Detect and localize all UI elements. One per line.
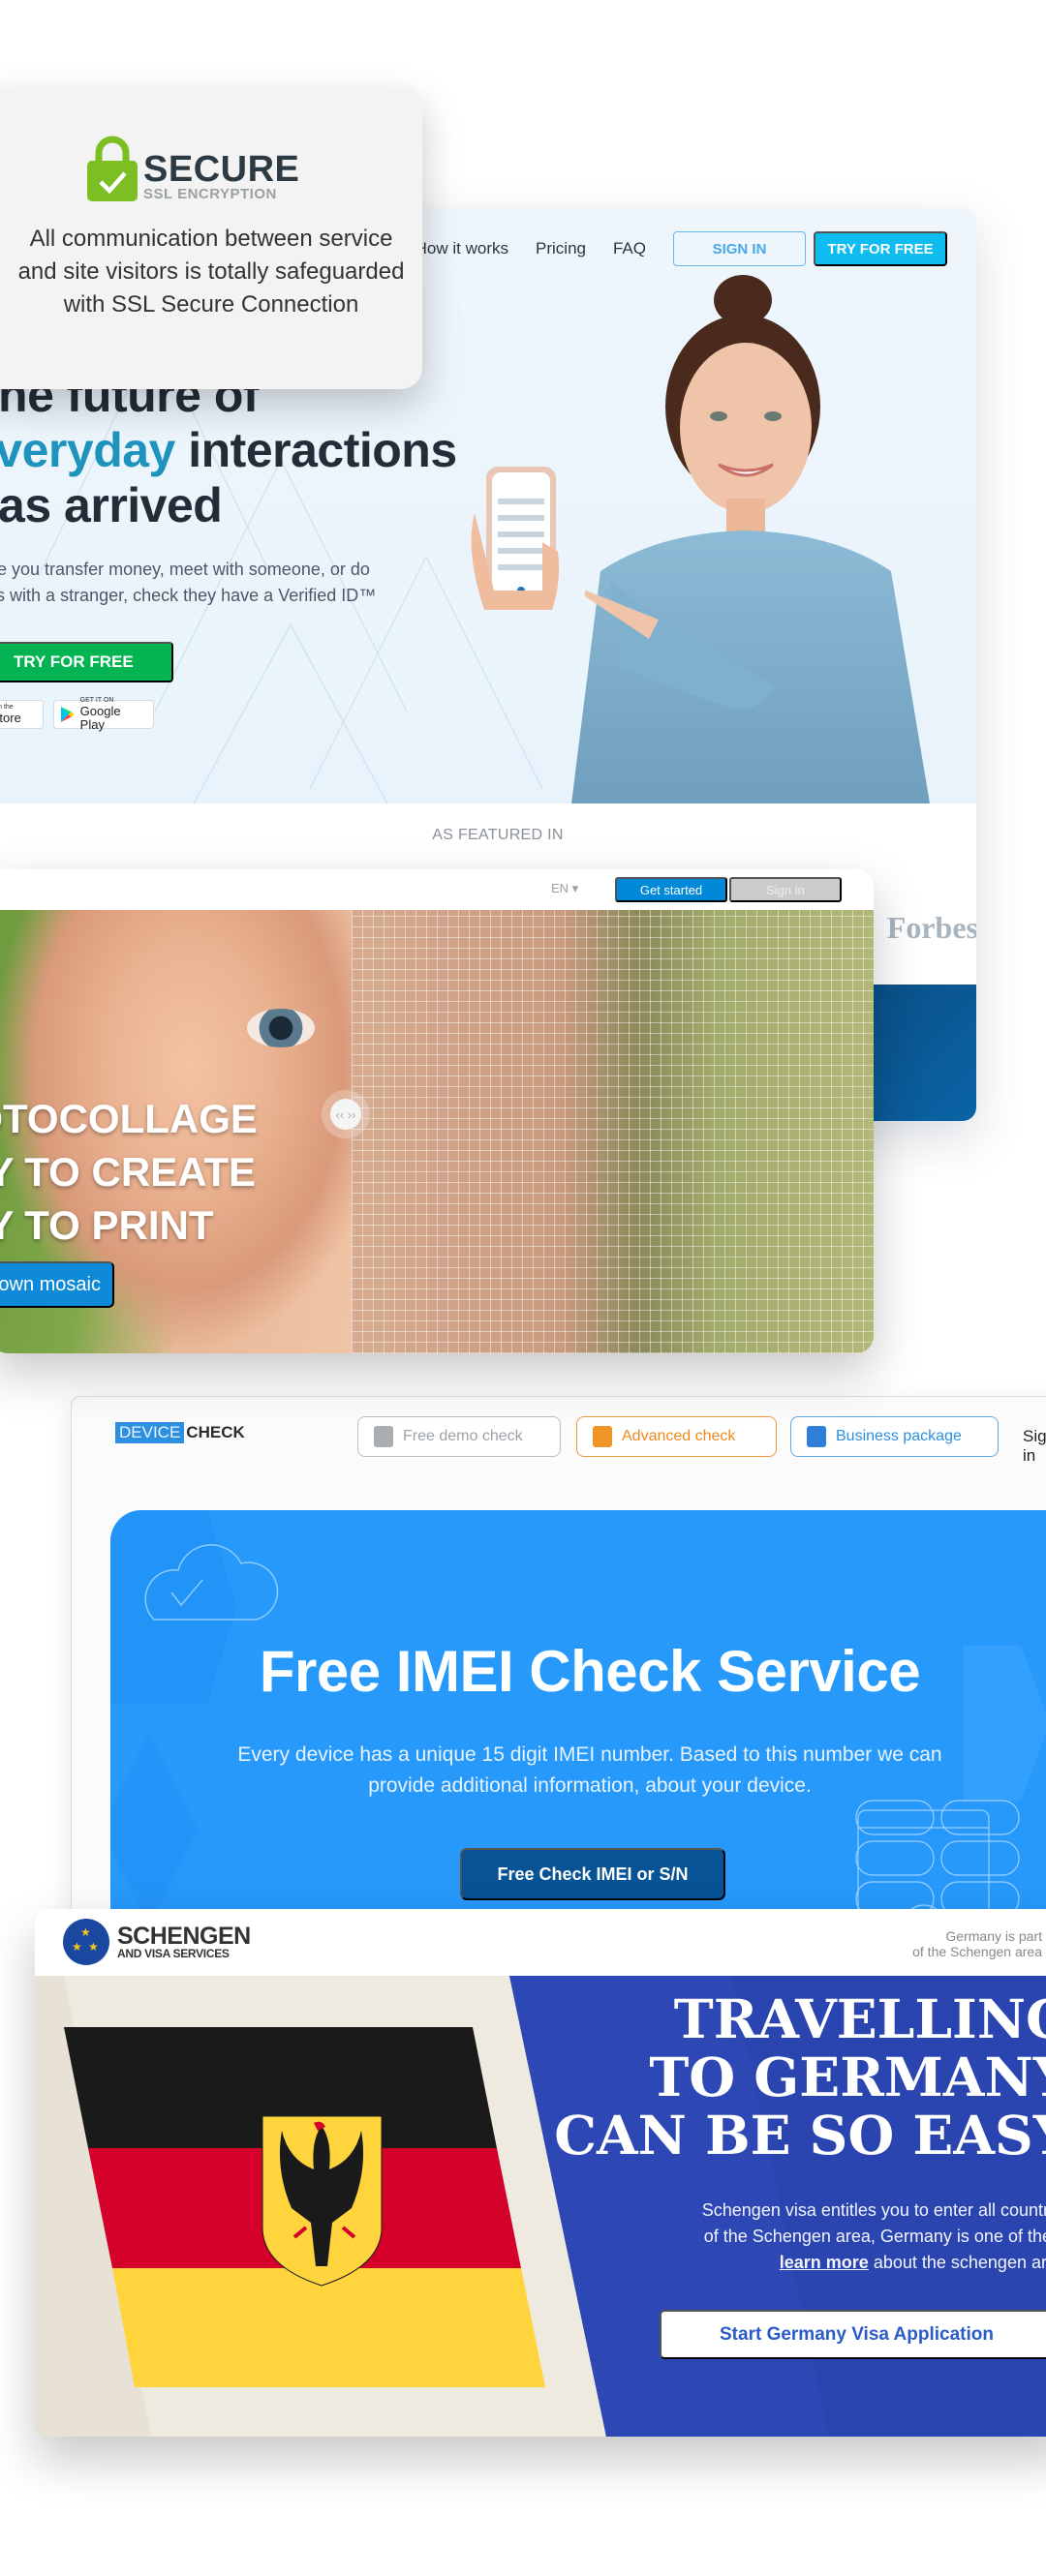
flag-yellow-stripe	[112, 2268, 545, 2387]
tab-business-package[interactable]: Business package	[790, 1416, 999, 1457]
learn-more-link[interactable]: learn more	[780, 2253, 869, 2272]
slider-arrows-icon: ‹‹ ››	[330, 1099, 361, 1130]
hero-subtitle: Before you transfer money, meet with som…	[0, 557, 376, 609]
featured-blue-band	[860, 985, 976, 1121]
schengen-headline-line-3: CAN BE SO EASY	[554, 2104, 1046, 2167]
schengen-logo[interactable]: ★ ★ ★ SCHENGEN AND VISA SERVICES	[63, 1919, 251, 1965]
schengen-header-note: Germany is part of the Schengen area	[912, 1928, 1042, 1959]
forbes-logo: Forbes	[886, 910, 976, 945]
coat-of-arms-icon	[262, 2115, 383, 2287]
cube-orange-icon	[593, 1426, 612, 1447]
baby-eye	[247, 1009, 315, 1047]
device-check-logo: DEVICE CHECK	[115, 1422, 245, 1443]
lock-check-icon	[87, 136, 138, 201]
schengen-text-line-2: of the Schengen area, Germany is one of …	[703, 2227, 1046, 2246]
imei-title: Free IMEI Check Service	[259, 1639, 921, 1704]
schengen-header: ★ ★ ★ SCHENGEN AND VISA SERVICES Germany…	[35, 1909, 1046, 1976]
ssl-subtitle: SSL ENCRYPTION	[143, 186, 277, 202]
schengen-text-line-3-rest: about the schengen area.	[873, 2253, 1046, 2272]
photocollage-headline-line-1: PHOTOCOLLAGE	[0, 1096, 258, 1141]
google-play-big-text: Google Play	[79, 704, 121, 732]
headline-line-3: has arrived	[0, 478, 223, 532]
as-featured-in-label: AS FEATURED IN	[432, 827, 564, 843]
tab-advanced-check[interactable]: Advanced check	[576, 1416, 777, 1457]
google-play-icon	[60, 707, 75, 722]
nav-link-faq[interactable]: FAQ	[613, 239, 646, 258]
schengen-description: Schengen visa entitles you to enter all …	[702, 2197, 1046, 2276]
app-store-badge[interactable]:  Available on the App Store	[0, 700, 44, 729]
try-for-free-button[interactable]: TRY FOR FREE	[0, 642, 173, 682]
photocollage-headline-line-2: EASY TO CREATE	[0, 1149, 257, 1195]
start-visa-application-button[interactable]: Start Germany Visa Application	[660, 2310, 1046, 2359]
subtitle-line-1: Before you transfer money, meet with som…	[0, 560, 370, 579]
schengen-text-line-3: learn more about the schengen area.	[702, 2250, 1046, 2276]
schengen-headline: TRAVELLING TO GERMANY CAN BE SO EASY	[554, 1990, 1046, 2165]
subtitle-line-2: business with a stranger, check they hav…	[0, 586, 377, 605]
logo-device-text: DEVICE	[115, 1422, 185, 1443]
header-note-line-2: of the Schengen area	[912, 1944, 1042, 1959]
free-check-imei-button[interactable]: Free Check IMEI or S/N	[460, 1848, 725, 1900]
photocollage-headline: PHOTOCOLLAGE EASY TO CREATE EASY TO PRIN…	[0, 1092, 258, 1252]
ssl-logo: SECURE SSL ENCRYPTION	[87, 136, 299, 201]
ssl-title: SECURE	[143, 149, 300, 190]
cubes-blue-icon	[807, 1426, 826, 1447]
create-mosaic-button[interactable]: Create your own mosaic	[0, 1261, 114, 1308]
tab-free-demo-check[interactable]: Free demo check	[357, 1416, 561, 1457]
logo-check-text: CHECK	[186, 1423, 245, 1441]
photocollage-header: EN ▾ Get started Sign in	[0, 869, 874, 910]
ssl-secure-badge-card: SECURE SSL ENCRYPTION All communication …	[0, 87, 422, 389]
cube-gray-icon	[374, 1426, 393, 1447]
device-check-sign-in-link[interactable]: Sign in	[1023, 1427, 1046, 1466]
headline-line-2: everyday interactions	[0, 423, 457, 478]
headline-accent-word: everyday	[0, 423, 175, 477]
photocollage-sign-in-button[interactable]: Sign in	[729, 877, 842, 902]
imei-description: Every device has a unique 15 digit IMEI …	[237, 1743, 942, 1797]
nav-link-pricing[interactable]: Pricing	[536, 239, 586, 258]
before-after-slider-handle[interactable]: ‹‹ ››	[322, 1090, 370, 1138]
headline-line-2-rest: interactions	[174, 423, 457, 477]
hero-headline: The future of everyday interactions has …	[0, 368, 457, 533]
schengen-headline-line-2: TO GERMANY	[649, 2046, 1046, 2108]
woman-holding-phone-photo	[471, 275, 930, 803]
imei-hero-banner: Free IMEI Check Service Every device has…	[110, 1510, 1046, 1937]
header-note-line-1: Germany is part	[945, 1928, 1042, 1944]
eu-stars-icon: ★ ★ ★	[63, 1919, 109, 1965]
tab-free-demo-check-label: Free demo check	[403, 1428, 523, 1444]
photocollage-website-card: EN ▾ Get started Sign in PHOTOCOLLAGE EA…	[0, 869, 874, 1353]
language-selector[interactable]: EN ▾	[551, 881, 578, 896]
tab-advanced-check-label: Advanced check	[622, 1428, 736, 1444]
get-started-button[interactable]: Get started	[615, 877, 727, 902]
schengen-text-line-1: Schengen visa entitles you to enter all …	[701, 2200, 1046, 2220]
google-play-badge[interactable]: GET IT ON Google Play	[53, 697, 154, 732]
tab-business-package-label: Business package	[836, 1428, 962, 1444]
schengen-headline-line-1: TRAVELLING	[673, 1987, 1046, 2050]
ssl-description: All communication between service and si…	[17, 226, 405, 318]
nav-link-how-it-works[interactable]: How it works	[415, 239, 508, 258]
schengen-hero: TRAVELLING TO GERMANY CAN BE SO EASY Sch…	[35, 1976, 1046, 2437]
device-check-website-card: DEVICE CHECK Free demo check Advanced ch…	[71, 1396, 1046, 1938]
photocollage-headline-line-3: EASY TO PRINT	[0, 1202, 214, 1248]
app-store-big-text: App Store	[0, 711, 21, 725]
schengen-logo-title: SCHENGEN	[117, 1922, 251, 1950]
schengen-visa-website-card: ★ ★ ★ SCHENGEN AND VISA SERVICES Germany…	[35, 1909, 1046, 2437]
baby-photo-mosaic	[352, 910, 874, 1353]
